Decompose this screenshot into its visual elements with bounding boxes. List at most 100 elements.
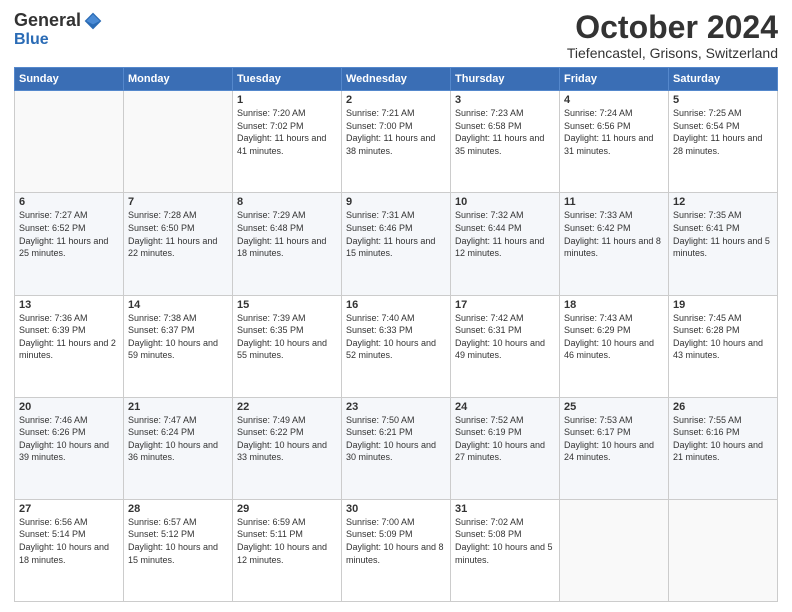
day-info: Sunrise: 7:55 AM Sunset: 6:16 PM Dayligh… — [673, 414, 773, 464]
calendar-cell-w3-d2: 14Sunrise: 7:38 AM Sunset: 6:37 PM Dayli… — [124, 295, 233, 397]
day-info: Sunrise: 6:56 AM Sunset: 5:14 PM Dayligh… — [19, 516, 119, 566]
day-info: Sunrise: 7:27 AM Sunset: 6:52 PM Dayligh… — [19, 209, 119, 259]
day-number: 25 — [564, 401, 664, 413]
day-info: Sunrise: 7:38 AM Sunset: 6:37 PM Dayligh… — [128, 312, 228, 362]
day-info: Sunrise: 7:43 AM Sunset: 6:29 PM Dayligh… — [564, 312, 664, 362]
header-wednesday: Wednesday — [342, 68, 451, 91]
logo-icon — [83, 11, 103, 31]
day-number: 17 — [455, 299, 555, 311]
calendar-cell-w5-d5: 31Sunrise: 7:02 AM Sunset: 5:08 PM Dayli… — [451, 499, 560, 601]
header-friday: Friday — [560, 68, 669, 91]
day-info: Sunrise: 7:45 AM Sunset: 6:28 PM Dayligh… — [673, 312, 773, 362]
header-sunday: Sunday — [15, 68, 124, 91]
header-thursday: Thursday — [451, 68, 560, 91]
location-title: Tiefencastel, Grisons, Switzerland — [567, 45, 778, 61]
calendar-cell-w4-d5: 24Sunrise: 7:52 AM Sunset: 6:19 PM Dayli… — [451, 397, 560, 499]
header-tuesday: Tuesday — [233, 68, 342, 91]
day-info: Sunrise: 7:32 AM Sunset: 6:44 PM Dayligh… — [455, 209, 555, 259]
header-saturday: Saturday — [669, 68, 778, 91]
day-number: 15 — [237, 299, 337, 311]
day-number: 14 — [128, 299, 228, 311]
week-row-1: 1Sunrise: 7:20 AM Sunset: 7:02 PM Daylig… — [15, 91, 778, 193]
calendar-cell-w5-d7 — [669, 499, 778, 601]
day-number: 31 — [455, 503, 555, 515]
calendar-cell-w5-d4: 30Sunrise: 7:00 AM Sunset: 5:09 PM Dayli… — [342, 499, 451, 601]
logo-blue: Blue — [14, 31, 49, 49]
calendar-cell-w5-d3: 29Sunrise: 6:59 AM Sunset: 5:11 PM Dayli… — [233, 499, 342, 601]
calendar-cell-w1-d7: 5Sunrise: 7:25 AM Sunset: 6:54 PM Daylig… — [669, 91, 778, 193]
day-number: 10 — [455, 196, 555, 208]
week-row-5: 27Sunrise: 6:56 AM Sunset: 5:14 PM Dayli… — [15, 499, 778, 601]
day-number: 9 — [346, 196, 446, 208]
week-row-3: 13Sunrise: 7:36 AM Sunset: 6:39 PM Dayli… — [15, 295, 778, 397]
calendar-cell-w4-d7: 26Sunrise: 7:55 AM Sunset: 6:16 PM Dayli… — [669, 397, 778, 499]
day-info: Sunrise: 7:24 AM Sunset: 6:56 PM Dayligh… — [564, 107, 664, 157]
day-info: Sunrise: 7:50 AM Sunset: 6:21 PM Dayligh… — [346, 414, 446, 464]
page: General Blue October 2024 Tiefencastel, … — [0, 0, 792, 612]
calendar-cell-w3-d4: 16Sunrise: 7:40 AM Sunset: 6:33 PM Dayli… — [342, 295, 451, 397]
calendar-cell-w5-d2: 28Sunrise: 6:57 AM Sunset: 5:12 PM Dayli… — [124, 499, 233, 601]
calendar-cell-w3-d6: 18Sunrise: 7:43 AM Sunset: 6:29 PM Dayli… — [560, 295, 669, 397]
day-info: Sunrise: 7:33 AM Sunset: 6:42 PM Dayligh… — [564, 209, 664, 259]
day-number: 3 — [455, 94, 555, 106]
day-info: Sunrise: 7:53 AM Sunset: 6:17 PM Dayligh… — [564, 414, 664, 464]
week-row-4: 20Sunrise: 7:46 AM Sunset: 6:26 PM Dayli… — [15, 397, 778, 499]
day-info: Sunrise: 7:36 AM Sunset: 6:39 PM Dayligh… — [19, 312, 119, 362]
calendar-cell-w4-d3: 22Sunrise: 7:49 AM Sunset: 6:22 PM Dayli… — [233, 397, 342, 499]
calendar-cell-w1-d1 — [15, 91, 124, 193]
day-number: 18 — [564, 299, 664, 311]
day-info: Sunrise: 7:29 AM Sunset: 6:48 PM Dayligh… — [237, 209, 337, 259]
day-info: Sunrise: 7:02 AM Sunset: 5:08 PM Dayligh… — [455, 516, 555, 566]
day-number: 1 — [237, 94, 337, 106]
day-info: Sunrise: 7:23 AM Sunset: 6:58 PM Dayligh… — [455, 107, 555, 157]
calendar-cell-w1-d6: 4Sunrise: 7:24 AM Sunset: 6:56 PM Daylig… — [560, 91, 669, 193]
month-title: October 2024 — [567, 10, 778, 45]
day-number: 27 — [19, 503, 119, 515]
day-number: 13 — [19, 299, 119, 311]
calendar-cell-w4-d2: 21Sunrise: 7:47 AM Sunset: 6:24 PM Dayli… — [124, 397, 233, 499]
calendar-cell-w3-d3: 15Sunrise: 7:39 AM Sunset: 6:35 PM Dayli… — [233, 295, 342, 397]
calendar-cell-w3-d1: 13Sunrise: 7:36 AM Sunset: 6:39 PM Dayli… — [15, 295, 124, 397]
weekday-header-row: Sunday Monday Tuesday Wednesday Thursday… — [15, 68, 778, 91]
logo: General Blue — [14, 10, 103, 49]
calendar-cell-w4-d4: 23Sunrise: 7:50 AM Sunset: 6:21 PM Dayli… — [342, 397, 451, 499]
day-number: 2 — [346, 94, 446, 106]
day-number: 19 — [673, 299, 773, 311]
day-number: 6 — [19, 196, 119, 208]
day-info: Sunrise: 6:57 AM Sunset: 5:12 PM Dayligh… — [128, 516, 228, 566]
day-info: Sunrise: 7:39 AM Sunset: 6:35 PM Dayligh… — [237, 312, 337, 362]
day-info: Sunrise: 7:00 AM Sunset: 5:09 PM Dayligh… — [346, 516, 446, 566]
day-info: Sunrise: 7:35 AM Sunset: 6:41 PM Dayligh… — [673, 209, 773, 259]
calendar-cell-w2-d1: 6Sunrise: 7:27 AM Sunset: 6:52 PM Daylig… — [15, 193, 124, 295]
day-number: 8 — [237, 196, 337, 208]
day-number: 11 — [564, 196, 664, 208]
calendar-cell-w1-d4: 2Sunrise: 7:21 AM Sunset: 7:00 PM Daylig… — [342, 91, 451, 193]
calendar-cell-w3-d5: 17Sunrise: 7:42 AM Sunset: 6:31 PM Dayli… — [451, 295, 560, 397]
header: General Blue October 2024 Tiefencastel, … — [14, 10, 778, 61]
calendar-cell-w5-d1: 27Sunrise: 6:56 AM Sunset: 5:14 PM Dayli… — [15, 499, 124, 601]
day-number: 16 — [346, 299, 446, 311]
title-section: October 2024 Tiefencastel, Grisons, Swit… — [567, 10, 778, 61]
calendar-cell-w1-d2 — [124, 91, 233, 193]
calendar-cell-w2-d6: 11Sunrise: 7:33 AM Sunset: 6:42 PM Dayli… — [560, 193, 669, 295]
calendar-cell-w2-d7: 12Sunrise: 7:35 AM Sunset: 6:41 PM Dayli… — [669, 193, 778, 295]
day-number: 20 — [19, 401, 119, 413]
day-number: 23 — [346, 401, 446, 413]
calendar-cell-w1-d5: 3Sunrise: 7:23 AM Sunset: 6:58 PM Daylig… — [451, 91, 560, 193]
logo-general: General — [14, 10, 81, 31]
day-number: 22 — [237, 401, 337, 413]
day-info: Sunrise: 7:28 AM Sunset: 6:50 PM Dayligh… — [128, 209, 228, 259]
calendar-cell-w2-d3: 8Sunrise: 7:29 AM Sunset: 6:48 PM Daylig… — [233, 193, 342, 295]
day-number: 12 — [673, 196, 773, 208]
day-info: Sunrise: 7:42 AM Sunset: 6:31 PM Dayligh… — [455, 312, 555, 362]
day-number: 5 — [673, 94, 773, 106]
day-number: 24 — [455, 401, 555, 413]
day-info: Sunrise: 7:46 AM Sunset: 6:26 PM Dayligh… — [19, 414, 119, 464]
day-info: Sunrise: 7:21 AM Sunset: 7:00 PM Dayligh… — [346, 107, 446, 157]
logo-text: General — [14, 10, 103, 31]
day-info: Sunrise: 7:52 AM Sunset: 6:19 PM Dayligh… — [455, 414, 555, 464]
calendar-cell-w4-d6: 25Sunrise: 7:53 AM Sunset: 6:17 PM Dayli… — [560, 397, 669, 499]
header-monday: Monday — [124, 68, 233, 91]
calendar-cell-w1-d3: 1Sunrise: 7:20 AM Sunset: 7:02 PM Daylig… — [233, 91, 342, 193]
day-info: Sunrise: 6:59 AM Sunset: 5:11 PM Dayligh… — [237, 516, 337, 566]
